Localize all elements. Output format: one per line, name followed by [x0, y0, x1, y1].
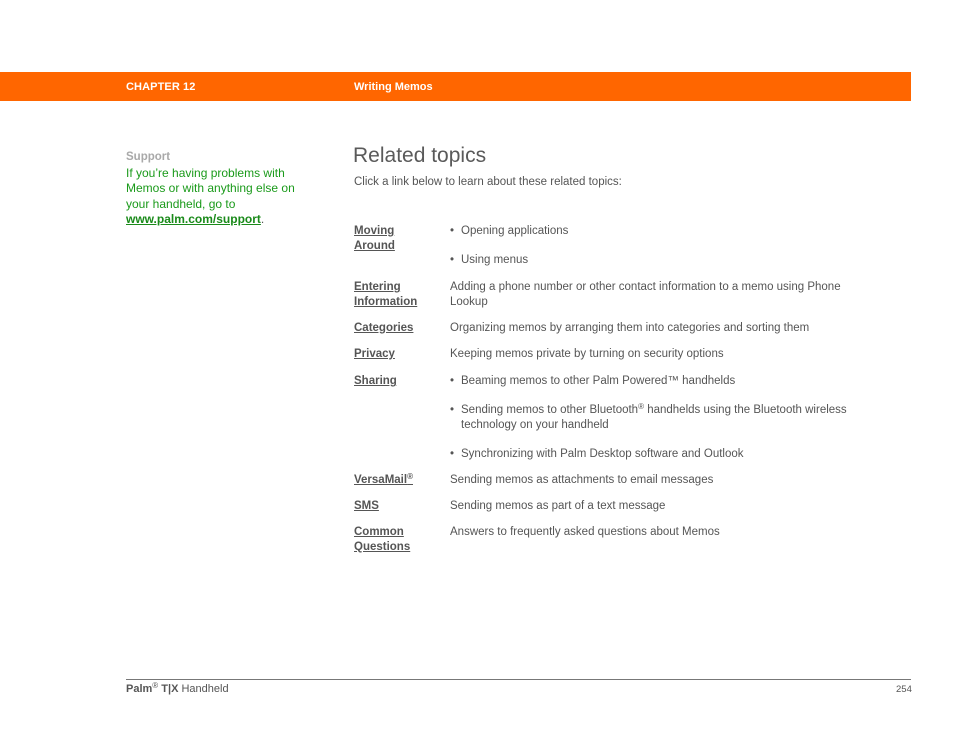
bullet-item: • Sending memos to other Bluetooth® handh… — [450, 403, 870, 432]
bullet-text: Using menus — [461, 254, 529, 266]
topic-bullets: • Opening applications • Using menus — [450, 224, 870, 268]
bullet-text: Beaming memos to other Palm Powered™ han… — [461, 375, 736, 387]
bullet-text: Opening applications — [461, 225, 569, 237]
bullet-icon: • — [450, 375, 455, 387]
link-moving-around[interactable]: Moving Around — [354, 224, 444, 253]
bullet-icon: • — [450, 447, 455, 460]
topic-description: Sending memos as attachments to email me… — [450, 474, 714, 486]
sidebar-trailing: . — [260, 212, 265, 227]
bullet-icon: • — [450, 404, 455, 416]
bullet-item: • Using menus — [450, 253, 870, 268]
bullet-text: Synchronizing with Palm Desktop software… — [461, 447, 744, 460]
link-categories[interactable]: Categories — [354, 321, 444, 336]
link-sms[interactable]: SMS — [354, 499, 444, 514]
topic-description: Adding a phone number or other contact i… — [450, 281, 841, 308]
footer-model: T|X — [161, 683, 179, 695]
support-link[interactable]: www.palm.com/support — [126, 212, 261, 226]
topic-description: Sending memos as part of a text message — [450, 500, 666, 512]
link-common-questions[interactable]: Common Questions — [354, 525, 444, 554]
bullet-text: Sending memos to other Bluetooth — [461, 404, 639, 416]
bullet-item: • Synchronizing with Palm Desktop softwar… — [450, 447, 870, 462]
topic-bullets: • Beaming memos to other Palm Powered™ ha… — [450, 374, 870, 461]
chapter-title: Writing Memos — [354, 81, 433, 93]
link-text-line1: Moving — [354, 225, 395, 237]
sidebar-body: If you’re having problems with Memos or … — [126, 165, 295, 211]
bullet-item: • Opening applications — [450, 224, 870, 239]
topic-description: Organizing memos by arranging them into … — [450, 322, 810, 334]
bullet-icon: • — [450, 254, 455, 266]
topic-description: Keeping memos private by turning on secu… — [450, 348, 724, 360]
link-text-line2: Information — [354, 295, 418, 308]
sidebar-heading: Support — [126, 151, 171, 163]
topic-description: Answers to frequently asked questions ab… — [450, 526, 720, 538]
bullet-item: • Beaming memos to other Palm Powered™ ha… — [450, 374, 870, 389]
link-entering-information[interactable]: Entering Information — [354, 280, 444, 309]
link-text-line2: Around — [354, 239, 395, 252]
footer-product-name: Handheld — [181, 683, 229, 695]
link-text-line1: Entering — [354, 281, 401, 293]
link-sharing[interactable]: Sharing — [354, 374, 444, 389]
bullet-icon: • — [450, 225, 455, 237]
page-number: 254 — [896, 684, 912, 695]
support-sidebar: Support If you’re having problems with M… — [126, 150, 301, 228]
registered-mark: ® — [152, 681, 159, 690]
link-privacy[interactable]: Privacy — [354, 347, 444, 362]
page-title: Related topics — [353, 144, 487, 167]
sidebar-text: If you’re having problems with Memos or … — [126, 166, 301, 228]
link-text-line1: Common — [354, 526, 404, 538]
link-versamail[interactable]: VersaMail® — [354, 473, 444, 488]
footer-brand: Palm — [126, 683, 153, 695]
link-text-line2: Questions — [354, 540, 411, 553]
chapter-label: CHAPTER 12 — [126, 81, 196, 93]
registered-mark: ® — [638, 402, 644, 411]
link-text: VersaMail — [354, 474, 408, 486]
footer-product: Palm® T|X Handheld — [126, 681, 229, 696]
registered-mark: ® — [407, 472, 413, 481]
footer-divider — [126, 679, 911, 680]
intro-text: Click a link below to learn about these … — [354, 176, 622, 188]
